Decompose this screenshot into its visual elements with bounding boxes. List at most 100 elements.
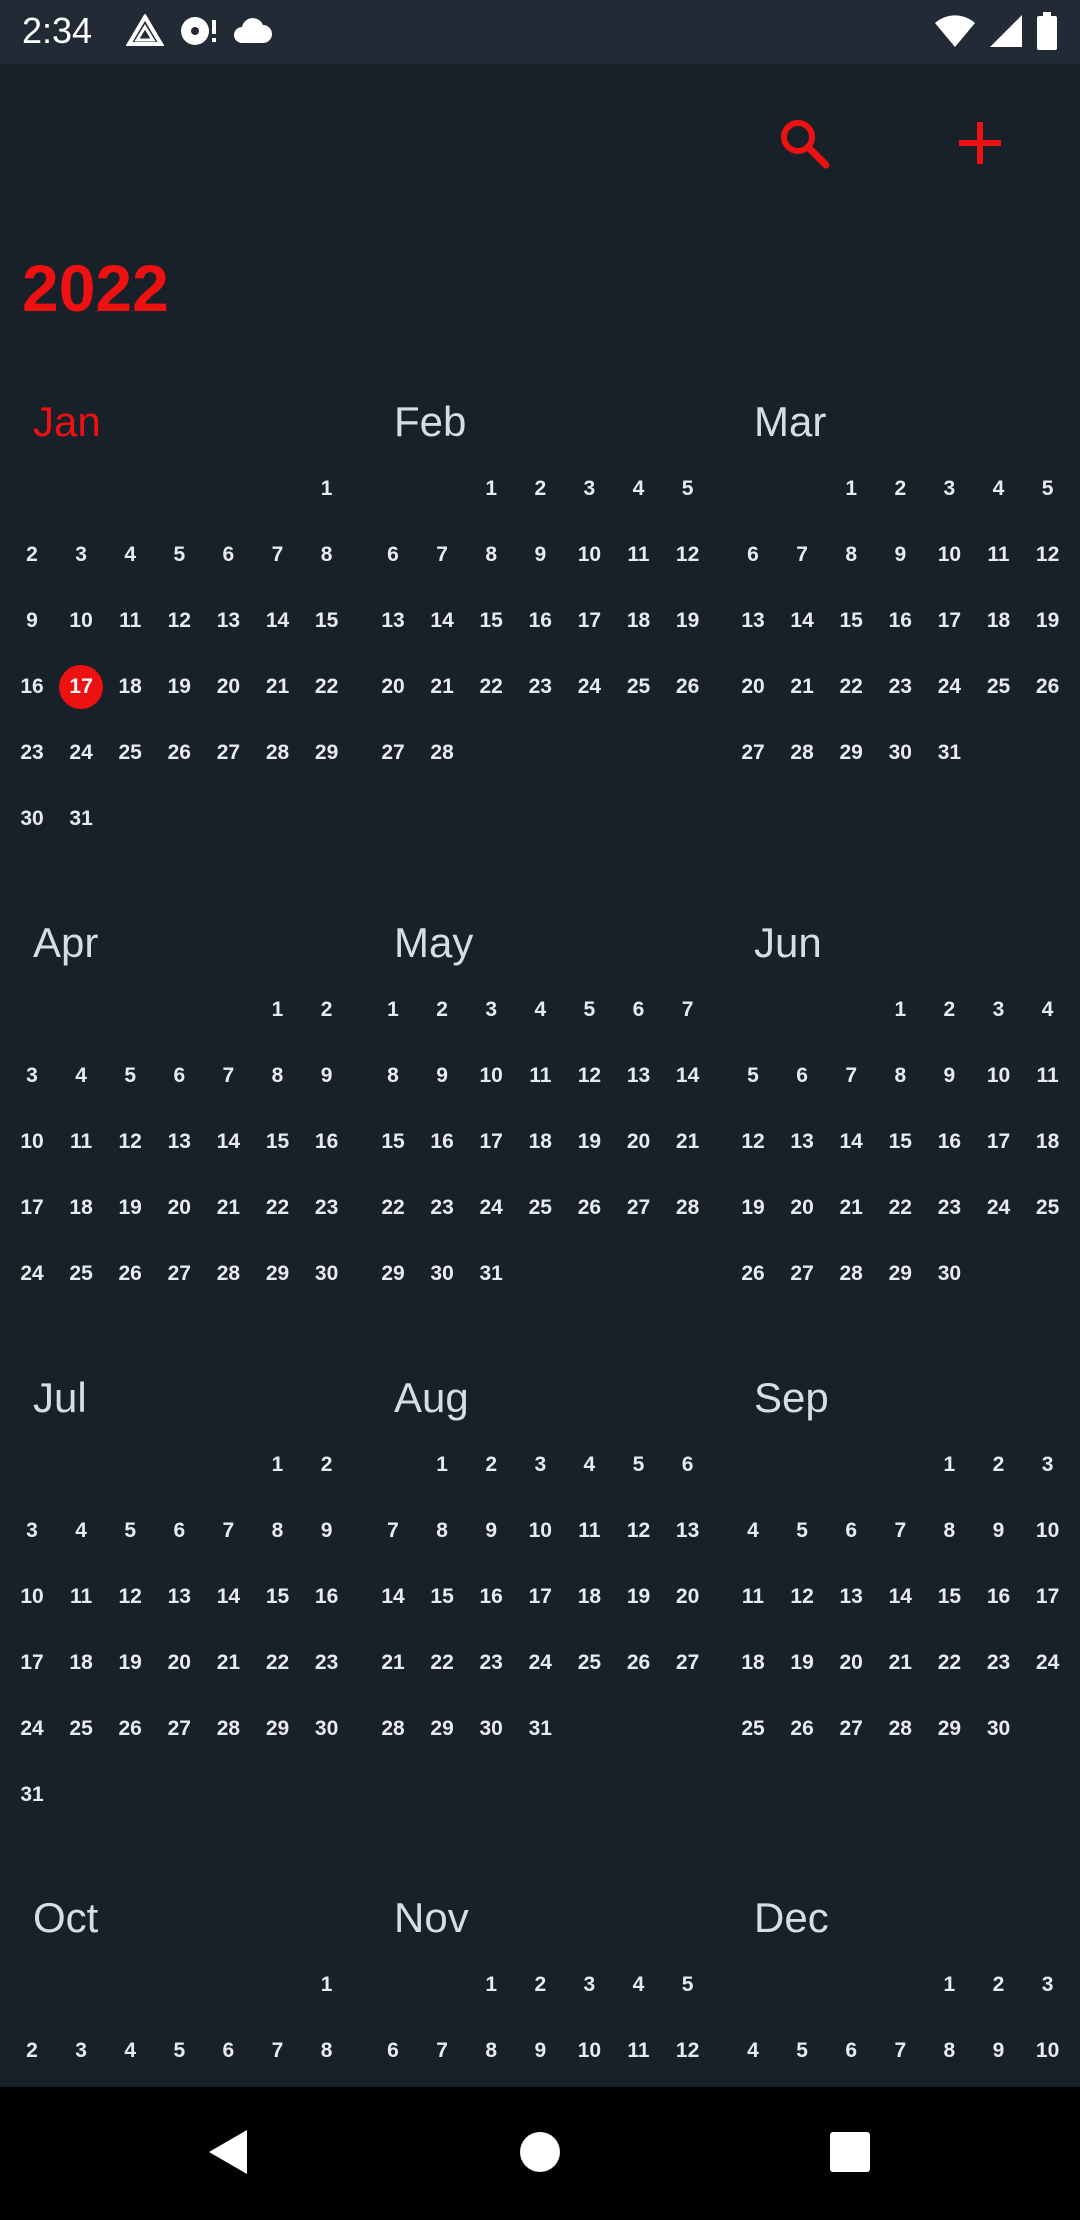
day-cell[interactable]: 9	[977, 2029, 1021, 2073]
day-cell[interactable]: 10	[469, 1054, 513, 1098]
day-cell[interactable]: 27	[617, 1186, 661, 1230]
day-cell[interactable]: 16	[927, 1120, 971, 1164]
day-cell[interactable]: 26	[108, 1252, 152, 1296]
day-cell[interactable]: 16	[977, 1575, 1021, 1619]
day-cell[interactable]: 10	[1026, 1509, 1070, 1553]
day-cell[interactable]: 11	[567, 1509, 611, 1553]
day-cell[interactable]: 9	[878, 533, 922, 577]
day-cell[interactable]: 17	[1026, 1575, 1070, 1619]
day-cell[interactable]: 27	[731, 731, 775, 775]
day-cell[interactable]: 7	[420, 2029, 464, 2073]
day-cell[interactable]: 25	[59, 1707, 103, 1751]
day-cell[interactable]: 17	[10, 1186, 54, 1230]
day-cell[interactable]: 30	[927, 1252, 971, 1296]
day-cell[interactable]: 2	[977, 1443, 1021, 1487]
day-cell[interactable]: 14	[420, 599, 464, 643]
day-cell[interactable]: 12	[567, 1054, 611, 1098]
day-cell[interactable]: 1	[829, 467, 873, 511]
day-cell[interactable]: 16	[420, 1120, 464, 1164]
day-cell[interactable]: 24	[469, 1186, 513, 1230]
day-cell[interactable]: 8	[927, 1509, 971, 1553]
day-cell[interactable]: 21	[666, 1120, 710, 1164]
day-cell[interactable]: 2	[10, 2029, 54, 2073]
day-cell[interactable]: 26	[567, 1186, 611, 1230]
day-cell[interactable]: 5	[1026, 467, 1070, 511]
day-cell[interactable]: 3	[10, 1509, 54, 1553]
day-cell[interactable]: 18	[977, 599, 1021, 643]
day-cell[interactable]: 24	[567, 665, 611, 709]
day-cell[interactable]: 8	[420, 1509, 464, 1553]
day-cell[interactable]: 19	[780, 1641, 824, 1685]
day-cell[interactable]: 2	[518, 467, 562, 511]
day-cell[interactable]: 6	[731, 533, 775, 577]
day-cell[interactable]: 19	[617, 1575, 661, 1619]
day-cell[interactable]: 23	[420, 1186, 464, 1230]
day-cell[interactable]: 5	[617, 1443, 661, 1487]
day-cell[interactable]: 20	[666, 1575, 710, 1619]
day-cell[interactable]: 28	[256, 731, 300, 775]
day-cell[interactable]: 21	[829, 1186, 873, 1230]
day-cell[interactable]: 7	[206, 1054, 250, 1098]
day-cell[interactable]: 29	[420, 1707, 464, 1751]
day-cell[interactable]: 29	[878, 1252, 922, 1296]
day-cell[interactable]: 12	[108, 1120, 152, 1164]
day-cell[interactable]: 21	[256, 665, 300, 709]
day-cell[interactable]: 15	[371, 1120, 415, 1164]
day-cell[interactable]: 5	[666, 1963, 710, 2007]
month-name-jun[interactable]: Jun	[754, 919, 822, 967]
day-cell[interactable]: 1	[420, 1443, 464, 1487]
day-cell[interactable]: 23	[305, 1186, 349, 1230]
day-cell[interactable]: 15	[878, 1120, 922, 1164]
day-cell[interactable]: 16	[305, 1575, 349, 1619]
day-cell[interactable]: 24	[977, 1186, 1021, 1230]
day-cell[interactable]: 17	[10, 1641, 54, 1685]
day-cell[interactable]: 30	[420, 1252, 464, 1296]
day-cell[interactable]: 16	[469, 1575, 513, 1619]
day-cell[interactable]: 8	[305, 533, 349, 577]
back-button[interactable]	[188, 2117, 268, 2191]
day-cell[interactable]: 7	[371, 1509, 415, 1553]
day-cell[interactable]: 26	[617, 1641, 661, 1685]
day-cell[interactable]: 11	[59, 1120, 103, 1164]
day-cell[interactable]: 5	[157, 533, 201, 577]
day-cell[interactable]: 18	[59, 1186, 103, 1230]
day-cell[interactable]: 12	[157, 599, 201, 643]
day-cell[interactable]: 20	[371, 665, 415, 709]
day-cell[interactable]: 26	[108, 1707, 152, 1751]
day-cell[interactable]: 26	[157, 731, 201, 775]
day-cell[interactable]: 29	[371, 1252, 415, 1296]
day-cell[interactable]: 21	[780, 665, 824, 709]
day-cell[interactable]: 18	[59, 1641, 103, 1685]
day-cell[interactable]: 11	[59, 1575, 103, 1619]
day-cell[interactable]: 1	[469, 1963, 513, 2007]
day-cell[interactable]: 28	[371, 1707, 415, 1751]
day-cell[interactable]: 9	[305, 1509, 349, 1553]
day-cell[interactable]: 6	[206, 2029, 250, 2073]
day-cell[interactable]: 5	[780, 2029, 824, 2073]
day-cell[interactable]: 12	[1026, 533, 1070, 577]
day-cell[interactable]: 27	[780, 1252, 824, 1296]
day-cell[interactable]: 11	[108, 599, 152, 643]
day-cell[interactable]: 3	[567, 467, 611, 511]
day-cell[interactable]: 1	[469, 467, 513, 511]
day-cell[interactable]: 16	[305, 1120, 349, 1164]
day-cell[interactable]: 11	[617, 533, 661, 577]
day-cell[interactable]: 31	[469, 1252, 513, 1296]
day-cell[interactable]: 22	[420, 1641, 464, 1685]
day-cell[interactable]: 28	[829, 1252, 873, 1296]
day-cell[interactable]: 23	[469, 1641, 513, 1685]
day-cell[interactable]: 11	[617, 2029, 661, 2073]
day-cell[interactable]: 21	[420, 665, 464, 709]
day-cell[interactable]: 27	[157, 1707, 201, 1751]
day-cell[interactable]: 24	[10, 1252, 54, 1296]
day-cell[interactable]: 20	[206, 665, 250, 709]
month-name-nov[interactable]: Nov	[394, 1894, 469, 1942]
day-cell[interactable]: 9	[977, 1509, 1021, 1553]
day-cell[interactable]: 10	[59, 599, 103, 643]
day-cell[interactable]: 14	[878, 1575, 922, 1619]
home-button[interactable]	[500, 2117, 580, 2191]
day-cell[interactable]: 19	[157, 665, 201, 709]
day-cell[interactable]: 1	[878, 988, 922, 1032]
day-cell[interactable]: 6	[617, 988, 661, 1032]
day-cell[interactable]: 26	[780, 1707, 824, 1751]
